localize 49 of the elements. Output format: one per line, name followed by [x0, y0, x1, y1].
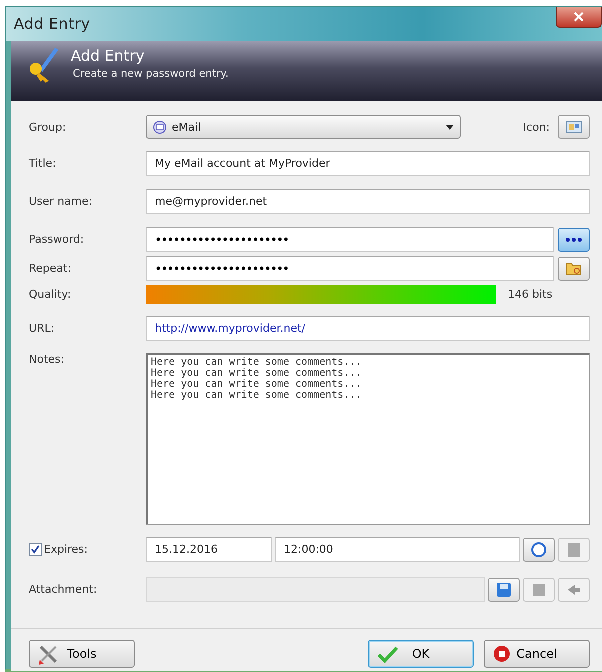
cancel-icon: [493, 645, 511, 663]
check-icon: [377, 645, 399, 665]
tools-icon: [38, 645, 60, 665]
field-label: Attachment:: [29, 583, 98, 596]
field-label: Group:: [29, 120, 68, 134]
close-icon: [574, 12, 584, 22]
image-icon: [566, 121, 582, 133]
close-button[interactable]: [556, 7, 602, 28]
dots-icon: [565, 238, 583, 242]
tools-button[interactable]: Tools: [29, 640, 135, 668]
delete-attachment-button[interactable]: [558, 578, 590, 602]
check-icon: [31, 545, 40, 554]
expiry-time-field[interactable]: 12:00:00: [275, 537, 520, 562]
field-label: User name:: [29, 195, 94, 208]
field-label: Notes:: [29, 353, 66, 366]
window-title: Add Entry: [14, 15, 90, 33]
icon-picker-button[interactable]: [558, 115, 590, 139]
cancel-button[interactable]: Cancel: [484, 640, 590, 668]
user-name-field[interactable]: me@myprovider.net: [146, 189, 590, 214]
field-label: Password:: [29, 233, 86, 246]
ok-button[interactable]: OK: [368, 640, 474, 668]
banner-title: Add Entry: [71, 47, 145, 65]
expiry-presets-button[interactable]: [523, 538, 555, 562]
floppy-icon: [497, 582, 511, 596]
field-label: Quality:: [29, 288, 72, 301]
icon-label: Icon:: [523, 120, 550, 134]
title-field[interactable]: My eMail account at MyProvider: [146, 151, 590, 176]
password-field[interactable]: ••••••••••••••••••••••: [146, 227, 554, 252]
notes-field[interactable]: Here you can write some comments... Here you can write some comments... Here you can write some comments... Here you can write some comments...: [146, 353, 590, 525]
banner-subtitle: Create a new password entry.: [73, 68, 229, 80]
show-password-button[interactable]: [558, 228, 590, 252]
expires-checkbox[interactable]: [29, 543, 42, 556]
generate-password-button[interactable]: [558, 256, 590, 280]
field-label: Repeat:: [29, 262, 72, 275]
arrow-icon: [567, 584, 581, 596]
folder-icon: [566, 262, 582, 276]
save-attachment-button[interactable]: [523, 578, 555, 602]
attach-file-button[interactable]: [488, 578, 520, 602]
repeat-password-field[interactable]: ••••••••••••••••••••••: [146, 256, 554, 281]
dropdown-arrow-icon: [446, 124, 454, 130]
clock-icon: [531, 542, 547, 558]
square-icon: [533, 584, 545, 596]
field-label: Title:: [29, 157, 58, 170]
expiry-date-field[interactable]: 15.12.2016: [146, 537, 272, 562]
field-label: Expires:: [44, 543, 88, 556]
field-label: URL:: [29, 322, 56, 335]
group-dropdown[interactable]: eMail: [146, 115, 461, 139]
quality-reading: 146 bits: [508, 288, 553, 301]
url-field[interactable]: http://www.myprovider.net/: [146, 316, 590, 341]
